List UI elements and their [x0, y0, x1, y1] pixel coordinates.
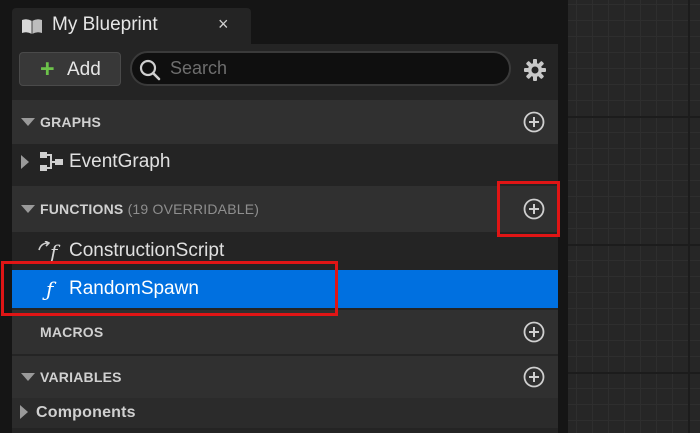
tab-my-blueprint[interactable]: My Blueprint ×	[12, 8, 251, 44]
graphs-title: GRAPHS	[40, 114, 102, 130]
tab-title: My Blueprint	[52, 14, 158, 35]
search-input[interactable]	[170, 56, 500, 80]
constructionscript-label: ConstructionScript	[69, 240, 225, 261]
variables-title: VARIABLES	[40, 369, 122, 385]
tab-bar: My Blueprint ×	[12, 0, 558, 44]
book-icon	[21, 17, 43, 40]
add-plus-icon: +	[40, 55, 55, 83]
add-variable-icon[interactable]	[523, 366, 545, 393]
expand-caret-icon[interactable]	[21, 155, 29, 169]
variables-section-header[interactable]: VARIABLES	[12, 356, 558, 398]
event-graph-icon	[40, 152, 64, 177]
construction-script-icon	[38, 238, 51, 256]
highlight-add-function	[497, 181, 560, 237]
functions-section-header[interactable]: FUNCTIONS (19 OVERRIDABLE)	[12, 186, 558, 232]
toolbar: + Add	[12, 44, 558, 96]
eventgraph-label: EventGraph	[69, 151, 171, 172]
macros-title: MACROS	[40, 324, 104, 340]
gear-icon[interactable]	[524, 59, 546, 86]
my-blueprint-panel: My Blueprint × + Add Search GRAPHS Event…	[12, 0, 558, 433]
components-label: Components	[36, 404, 136, 421]
functions-overridable-count: (19 OVERRIDABLE)	[127, 201, 260, 217]
components-category[interactable]: Components	[12, 398, 558, 428]
graphs-section-header[interactable]: GRAPHS	[12, 100, 558, 144]
close-icon[interactable]: ×	[218, 14, 229, 35]
expand-caret-icon[interactable]	[20, 405, 28, 419]
functions-title: FUNCTIONS (19 OVERRIDABLE)	[40, 201, 260, 217]
window-edge	[0, 0, 12, 433]
collapse-caret-icon[interactable]	[21, 118, 35, 126]
list-item-eventgraph[interactable]: EventGraph	[12, 144, 558, 180]
highlight-randomspawn	[1, 261, 338, 316]
add-graph-icon[interactable]	[523, 111, 545, 138]
add-button[interactable]: + Add	[19, 52, 121, 86]
add-button-label: Add	[67, 59, 101, 80]
graph-canvas[interactable]	[568, 0, 700, 433]
add-macro-icon[interactable]	[523, 321, 545, 348]
macros-section-header[interactable]: MACROS	[12, 310, 558, 354]
collapse-caret-icon[interactable]	[21, 205, 35, 213]
search-box[interactable]	[130, 51, 511, 86]
search-icon	[138, 58, 162, 87]
collapse-caret-icon[interactable]	[21, 373, 35, 381]
